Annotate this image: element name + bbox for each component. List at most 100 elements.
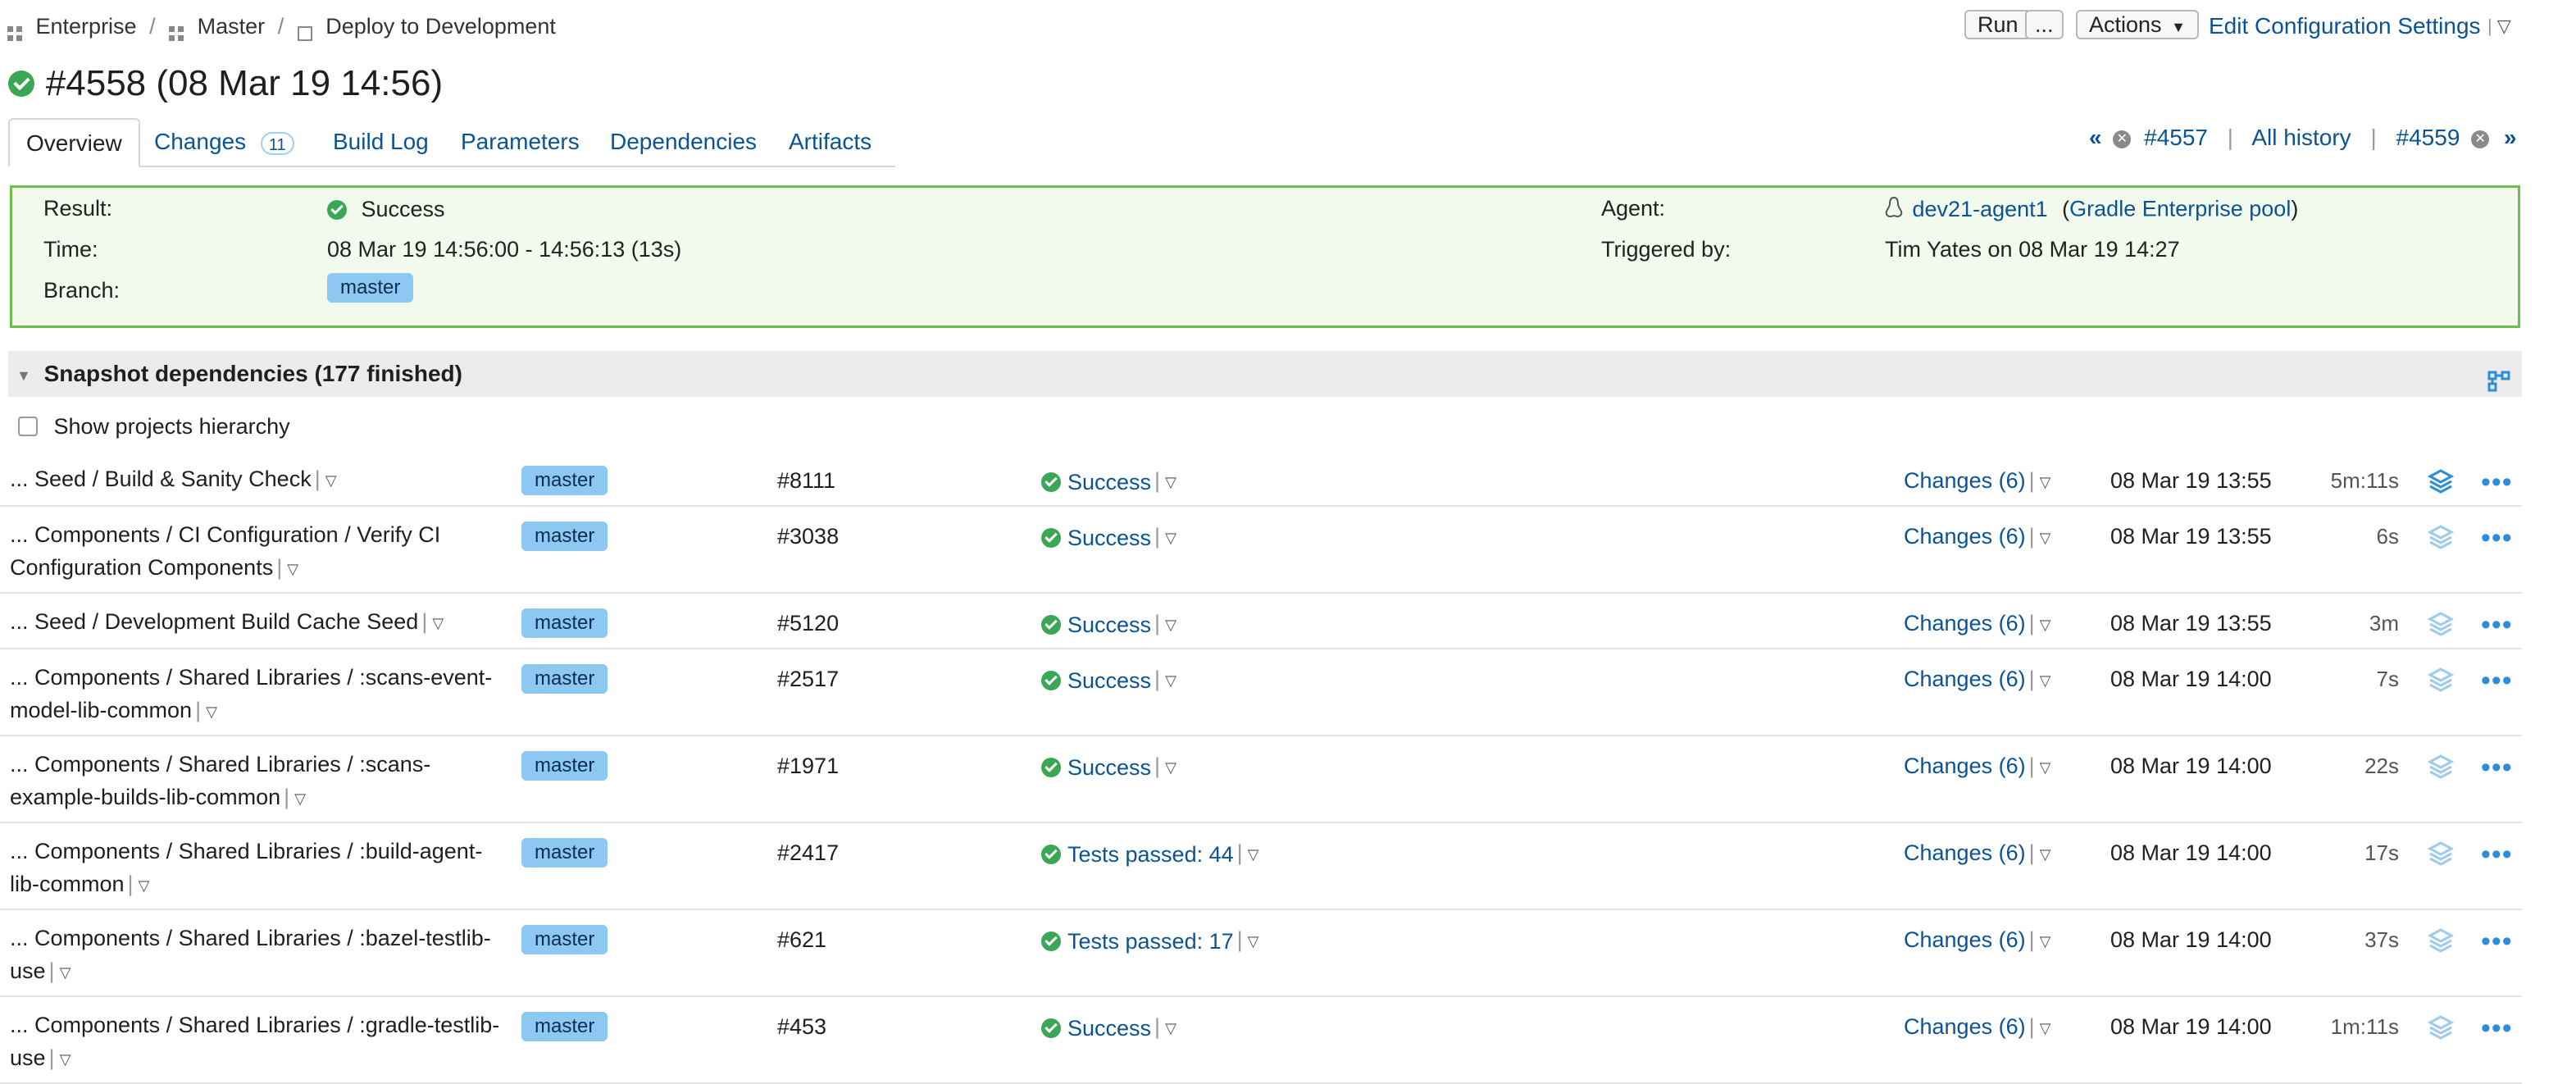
branch-badge[interactable]: master: [521, 838, 608, 868]
triangle-down-icon[interactable]: ▽: [1165, 523, 1176, 553]
layers-icon[interactable]: [2427, 467, 2455, 495]
branch-badge[interactable]: master: [521, 1012, 608, 1041]
triangle-down-icon[interactable]: ▽: [2040, 927, 2051, 956]
breadcrumb-item-deploy[interactable]: Deploy to Development: [325, 14, 556, 39]
triangle-down-icon[interactable]: ▽: [1165, 610, 1176, 640]
double-chevron-right-icon[interactable]: »: [2504, 125, 2517, 150]
triangle-down-icon[interactable]: ▽: [2040, 523, 2051, 553]
show-hierarchy-checkbox[interactable]: [18, 416, 38, 436]
tab-overview[interactable]: Overview: [8, 118, 140, 167]
build-number[interactable]: #3038: [777, 522, 839, 551]
triangle-down-icon[interactable]: ▽: [1248, 927, 1259, 956]
branch-badge[interactable]: master: [521, 608, 608, 638]
changes-link[interactable]: Changes (6): [1904, 524, 2026, 549]
more-options-icon[interactable]: •••: [2481, 468, 2513, 496]
triangle-down-icon[interactable]: ▽: [294, 782, 306, 815]
breadcrumb-item-master[interactable]: Master: [198, 14, 266, 39]
dependency-name-text[interactable]: ... Seed / Build & Sanity Check: [10, 467, 312, 491]
triangle-down-icon[interactable]: ▽: [2040, 666, 2051, 695]
triangle-down-icon[interactable]: ▽: [2040, 840, 2051, 869]
triangle-down-icon[interactable]: ▽: [139, 869, 150, 902]
branch-badge[interactable]: master: [521, 466, 608, 495]
agent-pool-link[interactable]: Gradle Enterprise pool: [2069, 197, 2291, 221]
build-number[interactable]: #621: [777, 925, 826, 954]
cancel-circle-icon[interactable]: ✕: [2113, 130, 2132, 148]
tab-dependencies[interactable]: Dependencies: [610, 118, 757, 166]
more-options-icon[interactable]: •••: [2481, 524, 2513, 552]
triangle-down-icon[interactable]: ▽: [287, 553, 298, 585]
triangle-down-icon[interactable]: ▽: [2040, 1013, 2051, 1043]
run-options-button[interactable]: ...: [2025, 10, 2064, 39]
actions-menu-button[interactable]: Actions ▼: [2076, 10, 2199, 39]
more-options-icon[interactable]: •••: [2481, 611, 2513, 639]
changes-link[interactable]: Changes (6): [1904, 840, 2026, 865]
build-number[interactable]: #2417: [777, 838, 839, 868]
changes-link[interactable]: Changes (6): [1904, 1014, 2026, 1039]
branch-badge[interactable]: master: [521, 664, 608, 694]
tab-changes[interactable]: Changes 11: [154, 118, 294, 166]
triangle-down-icon[interactable]: ▽: [2040, 467, 2051, 497]
changes-link[interactable]: Changes (6): [1904, 927, 2026, 952]
layers-icon[interactable]: [2427, 927, 2455, 954]
triangle-down-icon[interactable]: ▽: [1165, 753, 1176, 782]
status-link[interactable]: Success: [1067, 613, 1151, 637]
status-link[interactable]: Success: [1067, 1016, 1151, 1041]
branch-badge[interactable]: master: [521, 751, 608, 781]
triangle-down-icon[interactable]: ▽: [206, 695, 217, 728]
triangle-down-icon[interactable]: ▽: [1248, 840, 1259, 869]
show-hierarchy-option[interactable]: Show projects hierarchy: [18, 410, 290, 440]
build-number[interactable]: #5120: [777, 608, 839, 638]
triangle-down-icon[interactable]: ▽: [432, 607, 444, 640]
double-chevron-left-icon[interactable]: «: [2089, 125, 2102, 150]
tab-artifacts[interactable]: Artifacts: [789, 118, 872, 166]
run-button[interactable]: Run: [1964, 10, 2032, 39]
build-number[interactable]: #2517: [777, 664, 839, 694]
edit-config-dropdown[interactable]: | ▽: [2484, 11, 2511, 41]
dependency-name-text[interactable]: ... Components / Shared Libraries / :sca…: [10, 665, 492, 722]
dependency-graph-icon[interactable]: [2487, 362, 2510, 408]
build-number[interactable]: #8111: [777, 466, 835, 495]
dependency-name-text[interactable]: ... Components / Shared Libraries / :sca…: [10, 752, 430, 809]
layers-icon[interactable]: [2427, 666, 2455, 694]
dependency-name-text[interactable]: ... Seed / Development Build Cache Seed: [10, 609, 418, 634]
dependency-name-text[interactable]: ... Components / CI Configuration / Veri…: [10, 522, 440, 580]
triangle-down-icon[interactable]: ▽: [1165, 666, 1176, 695]
changes-link[interactable]: Changes (6): [1904, 754, 2026, 778]
branch-badge[interactable]: master: [521, 925, 608, 954]
branch-badge[interactable]: master: [521, 522, 608, 551]
triangle-down-icon[interactable]: ▽: [1165, 1013, 1176, 1043]
triangle-down-icon[interactable]: ▽: [2040, 753, 2051, 782]
status-link[interactable]: Tests passed: 17: [1067, 929, 1234, 954]
tab-parameters[interactable]: Parameters: [461, 118, 580, 166]
next-build-link[interactable]: #4559: [2396, 125, 2460, 150]
all-history-link[interactable]: All history: [2251, 125, 2351, 150]
more-options-icon[interactable]: •••: [2481, 754, 2513, 781]
status-link[interactable]: Success: [1067, 668, 1151, 693]
layers-icon[interactable]: [2427, 610, 2455, 638]
layers-icon[interactable]: [2427, 840, 2455, 868]
status-link[interactable]: Success: [1067, 755, 1151, 780]
more-options-icon[interactable]: •••: [2481, 1014, 2513, 1042]
status-link[interactable]: Success: [1067, 526, 1151, 550]
dependency-name-text[interactable]: ... Components / Shared Libraries / :gra…: [10, 1013, 499, 1070]
triangle-down-icon[interactable]: ▽: [60, 956, 71, 989]
cancel-circle-icon[interactable]: ✕: [2471, 130, 2490, 148]
agent-link[interactable]: dev21-agent1: [1913, 197, 2048, 221]
layers-icon[interactable]: [2427, 523, 2455, 551]
build-number[interactable]: #1971: [777, 751, 839, 781]
more-options-icon[interactable]: •••: [2481, 667, 2513, 695]
layers-icon[interactable]: [2427, 1013, 2455, 1041]
breadcrumb-item-enterprise[interactable]: Enterprise: [36, 14, 137, 39]
changes-link[interactable]: Changes (6): [1904, 468, 2026, 493]
status-link[interactable]: Tests passed: 44: [1067, 842, 1234, 867]
tab-build-log[interactable]: Build Log: [333, 118, 429, 166]
triangle-down-icon[interactable]: ▽: [1165, 467, 1176, 497]
build-number[interactable]: #453: [777, 1012, 826, 1041]
triangle-down-icon[interactable]: ▽: [2040, 610, 2051, 640]
status-link[interactable]: Success: [1067, 470, 1151, 494]
previous-build-link[interactable]: #4557: [2144, 125, 2208, 150]
collapse-triangle-icon[interactable]: ▼: [16, 353, 31, 399]
dependency-name-text[interactable]: ... Components / Shared Libraries / :baz…: [10, 926, 491, 983]
changes-link[interactable]: Changes (6): [1904, 611, 2026, 635]
changes-link[interactable]: Changes (6): [1904, 667, 2026, 691]
